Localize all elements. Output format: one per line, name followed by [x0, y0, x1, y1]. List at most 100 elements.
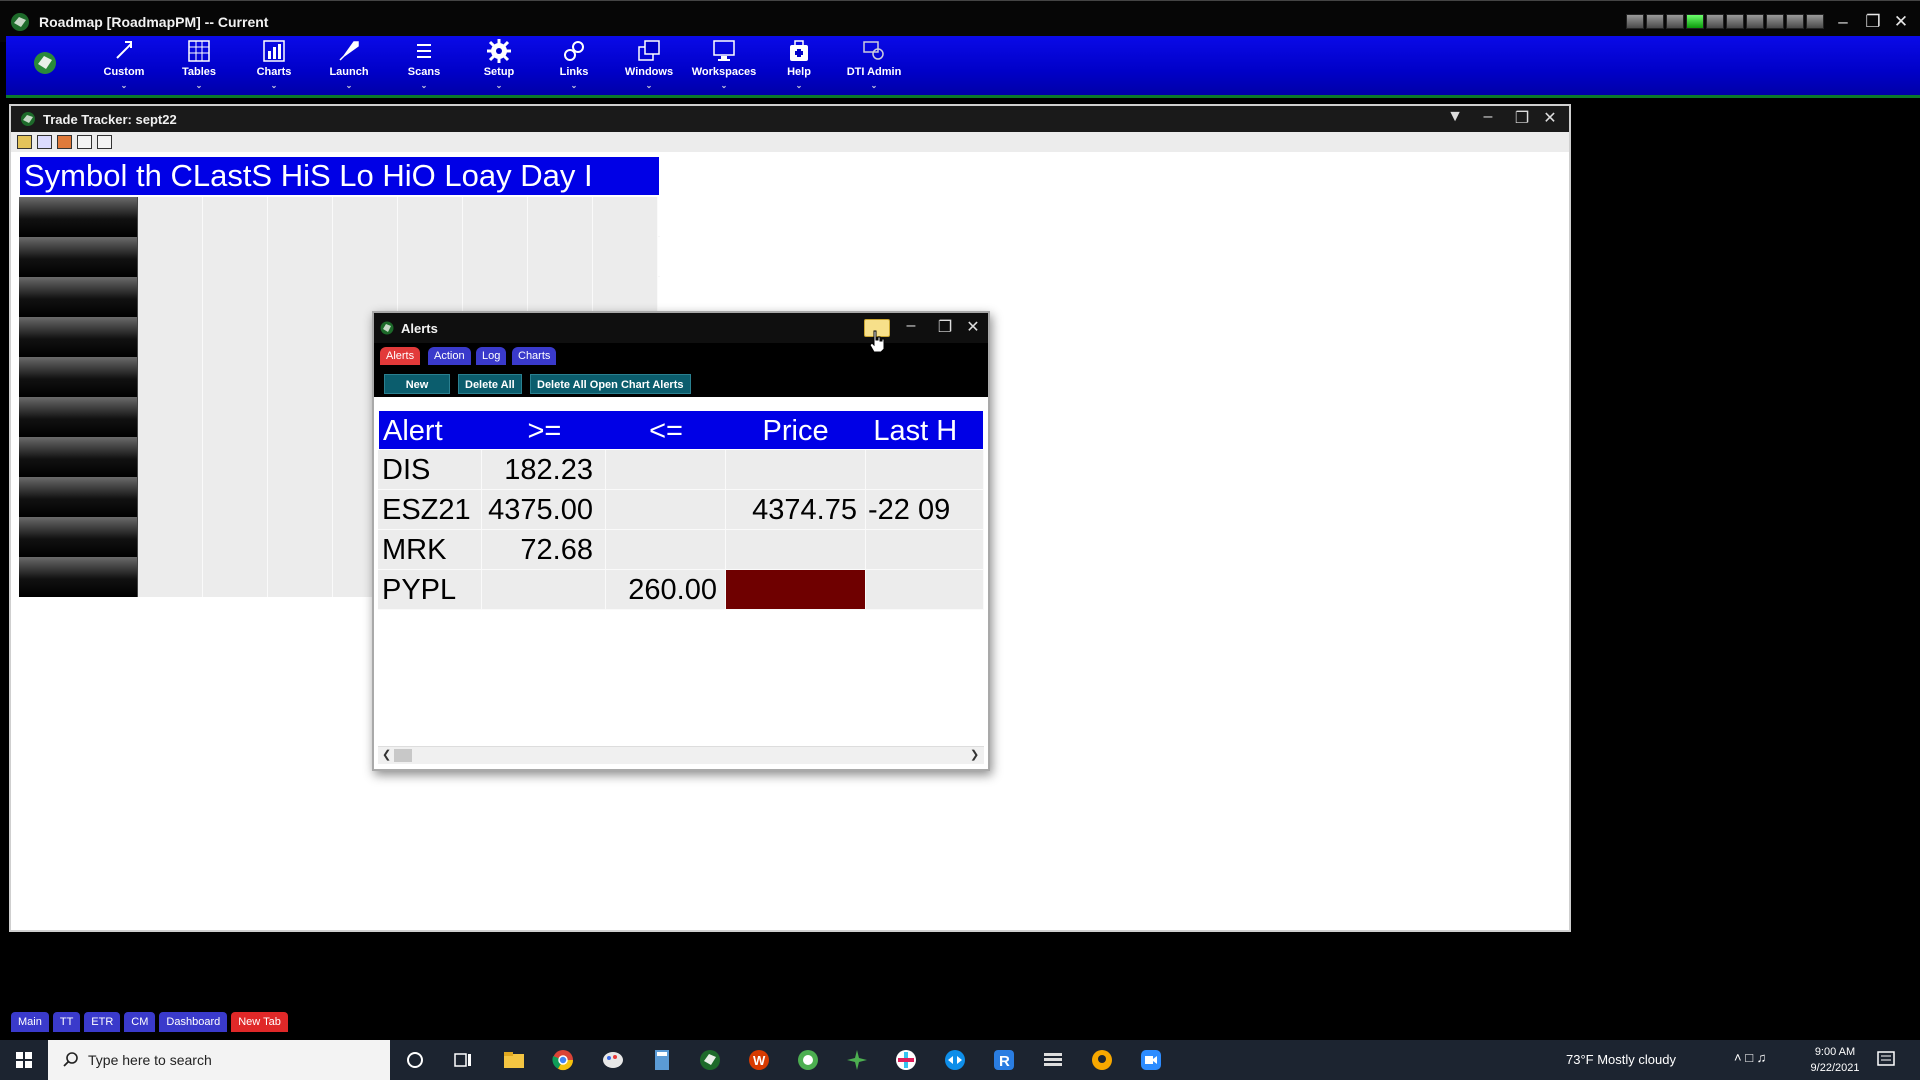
column-header[interactable]: Alert: [379, 411, 483, 449]
table-cell[interactable]: [593, 197, 658, 237]
new-alert-button[interactable]: New: [384, 374, 450, 394]
table-cell[interactable]: [528, 237, 593, 277]
table-cell[interactable]: [138, 357, 203, 397]
tab-alerts[interactable]: Alerts: [380, 347, 421, 365]
restore-icon[interactable]: ❐: [934, 317, 956, 337]
table-cell[interactable]: [138, 517, 203, 557]
symbol-cell[interactable]: [19, 437, 138, 477]
slack-icon[interactable]: [894, 1048, 918, 1072]
system-tray-icons[interactable]: ˄ □ ♫: [1734, 1050, 1766, 1065]
save-icon[interactable]: [77, 135, 92, 149]
table-cell[interactable]: [528, 197, 593, 237]
toolbar-charts-button[interactable]: Charts ⌄: [239, 36, 309, 98]
paint-icon[interactable]: [601, 1048, 625, 1072]
alert-gte-value[interactable]: [482, 570, 606, 609]
teamviewer-icon[interactable]: [943, 1048, 967, 1072]
table-cell[interactable]: [138, 437, 203, 477]
table-cell[interactable]: [268, 477, 333, 517]
close-icon[interactable]: ✕: [962, 317, 984, 337]
r-app-icon[interactable]: R: [992, 1048, 1016, 1072]
toolbar-help-button[interactable]: Help ⌄: [764, 36, 834, 98]
table-cell[interactable]: [203, 397, 268, 437]
table-cell[interactable]: [203, 237, 268, 277]
table-cell[interactable]: [268, 397, 333, 437]
table-cell[interactable]: [203, 477, 268, 517]
toolbar-setup-button[interactable]: Setup ⌄: [464, 36, 534, 98]
table-cell[interactable]: [138, 317, 203, 357]
alert-lte-value[interactable]: [606, 450, 726, 489]
alert-row[interactable]: MRK 72.68: [378, 530, 984, 570]
alert-lte-value[interactable]: [606, 490, 726, 529]
file-explorer-icon[interactable]: [502, 1048, 526, 1072]
table-cell[interactable]: [203, 277, 268, 317]
trade-tracker-titlebar[interactable]: Trade Tracker: sept22 ▼ – ❐ ✕: [11, 106, 1569, 132]
table-cell[interactable]: [268, 437, 333, 477]
symbol-cell[interactable]: [19, 517, 138, 557]
delete-all-chart-alerts-button[interactable]: Delete All Open Chart Alerts: [530, 374, 691, 394]
task-view-icon[interactable]: [451, 1048, 475, 1072]
alert-gte-value[interactable]: 4375.00: [482, 490, 606, 529]
table-cell[interactable]: [398, 237, 463, 277]
grid-icon[interactable]: [37, 135, 52, 149]
export-icon[interactable]: [97, 135, 112, 149]
table-cell[interactable]: [268, 517, 333, 557]
table-cell[interactable]: [138, 237, 203, 277]
table-cell[interactable]: [463, 197, 528, 237]
roadmap-logo-icon[interactable]: [31, 49, 59, 77]
toolbar-tables-button[interactable]: Tables ⌄: [164, 36, 234, 98]
pin-icon[interactable]: ▼: [1444, 108, 1466, 126]
symbol-cell[interactable]: [19, 197, 138, 237]
table-cell[interactable]: [138, 277, 203, 317]
table-cell[interactable]: [463, 237, 528, 277]
alert-gte-value[interactable]: 72.68: [482, 530, 606, 569]
table-cell[interactable]: [268, 557, 333, 597]
tab-charts[interactable]: Charts: [512, 347, 557, 365]
table-cell[interactable]: [398, 197, 463, 237]
symbol-cell[interactable]: [19, 237, 138, 277]
alerts-titlebar[interactable]: Alerts – ❐ ✕: [374, 313, 988, 343]
table-cell[interactable]: [203, 197, 268, 237]
calculator-icon[interactable]: [650, 1048, 674, 1072]
tab-action[interactable]: Action: [428, 347, 471, 365]
table-cell[interactable]: [203, 317, 268, 357]
table-cell[interactable]: [203, 357, 268, 397]
minimize-icon[interactable]: –: [1832, 11, 1854, 33]
table-cell[interactable]: [138, 557, 203, 597]
workspace-tab-main[interactable]: Main: [11, 1012, 49, 1032]
workspace-tab-tt[interactable]: TT: [52, 1012, 81, 1032]
close-icon[interactable]: ✕: [1890, 11, 1912, 33]
workspace-tab-new-tab[interactable]: New Tab: [231, 1012, 288, 1032]
toolbar-dti-admin-button[interactable]: DTI Admin ⌄: [839, 36, 909, 98]
zoom-icon[interactable]: [1139, 1048, 1163, 1072]
office-icon[interactable]: W: [747, 1048, 771, 1072]
roadmap-taskbar-icon[interactable]: [698, 1048, 722, 1072]
toolbar-custom-button[interactable]: Custom ⌄: [89, 36, 159, 98]
workspace-tab-cm[interactable]: CM: [124, 1012, 156, 1032]
table-row[interactable]: [19, 197, 660, 237]
symbol-cell[interactable]: [19, 277, 138, 317]
scroll-left-icon[interactable]: ❮: [382, 748, 391, 761]
column-header[interactable]: Price: [726, 411, 866, 449]
table-cell[interactable]: [138, 477, 203, 517]
orange-app-icon[interactable]: [1090, 1048, 1114, 1072]
table-cell[interactable]: [268, 237, 333, 277]
close-icon[interactable]: ✕: [1539, 108, 1561, 128]
delete-all-button[interactable]: Delete All: [458, 374, 522, 394]
table-row[interactable]: [19, 237, 660, 277]
weather-widget[interactable]: 73°F Mostly cloudy: [1566, 1052, 1676, 1067]
scroll-thumb[interactable]: [394, 749, 412, 762]
symbol-cell[interactable]: [19, 477, 138, 517]
green-app-icon[interactable]: [796, 1048, 820, 1072]
table-cell[interactable]: [203, 557, 268, 597]
phone-icon[interactable]: [57, 135, 72, 149]
scroll-right-icon[interactable]: ❯: [970, 748, 979, 761]
minimize-icon[interactable]: –: [900, 317, 922, 335]
table-cell[interactable]: [333, 197, 398, 237]
trade-tracker-header[interactable]: Symbol th CLastS HiS Lo HiO Loay Day I: [19, 156, 660, 196]
taskbar-search-box[interactable]: Type here to search: [48, 1040, 390, 1080]
table-cell[interactable]: [203, 517, 268, 557]
chrome-icon[interactable]: [551, 1048, 575, 1072]
restore-icon[interactable]: ❐: [1511, 108, 1533, 128]
taskbar-clock[interactable]: 9:00 AM 9/22/2021: [1800, 1044, 1870, 1076]
tab-log[interactable]: Log: [476, 347, 507, 365]
